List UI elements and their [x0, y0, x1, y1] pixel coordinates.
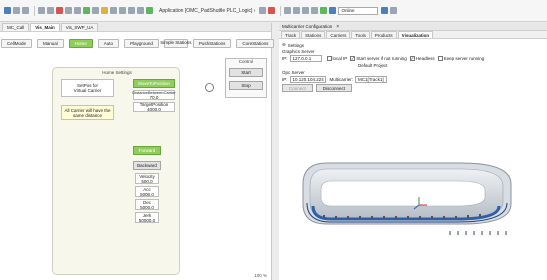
playground-button[interactable]: Playground: [124, 38, 159, 48]
connection-buttons: Connect Disconnect: [282, 84, 355, 92]
graphics-server-label: Graphics Server: [282, 49, 315, 54]
multicarrier-select[interactable]: MC1[Track1]: [355, 76, 388, 83]
expand-icon[interactable]: ⊖: [282, 42, 286, 48]
document-tabs: MC_Call Vis_Main Vis_SWP_UA: [0, 23, 271, 32]
start-server-checkbox[interactable]: ✓: [350, 56, 356, 61]
zoom-level[interactable]: 100 %: [254, 273, 267, 278]
control-panel: Control Start Stop: [225, 58, 267, 98]
cut-icon[interactable]: [56, 7, 63, 14]
simple-stations-button[interactable]: Simple Stations: [160, 38, 191, 48]
jerk-box: Jerk 50000.0: [135, 212, 159, 223]
velocity-box: Velocity 500.0: [135, 173, 159, 184]
comment-icon[interactable]: [137, 7, 144, 14]
settings-icon[interactable]: [259, 7, 267, 14]
distance-box: DistanceBetweenCarrier 70.0: [132, 90, 176, 100]
acc-box: Acc 5000.0: [135, 186, 159, 197]
status-icon[interactable]: [390, 7, 398, 14]
graphics-server-row: IP: 127.0.0.1 local IP ✓ Start server if…: [282, 55, 485, 62]
save-icon[interactable]: [22, 7, 29, 14]
station-markers: [449, 231, 507, 235]
settings-header[interactable]: ⊖ Settings: [282, 42, 304, 48]
control-title: Control: [238, 59, 254, 64]
3d-viewport[interactable]: [279, 93, 547, 280]
tab-vis-swp-ua[interactable]: Vis_SWP_UA: [60, 23, 99, 31]
step-over-icon[interactable]: [293, 7, 301, 14]
tab-mc-call[interactable]: MC_Call: [2, 23, 30, 31]
auto-button[interactable]: Auto: [97, 38, 120, 48]
multicarrier-configuration: Multicarrier Configuration × Track Stati…: [279, 23, 547, 280]
connection-icon[interactable]: [381, 7, 389, 14]
tab-visualization[interactable]: Visualization: [397, 31, 434, 38]
default-project-label[interactable]: Default Project: [358, 63, 388, 68]
app-title[interactable]: Application [OMC_PadShuttle PLC_Logic] ›: [159, 8, 255, 14]
tab-carriers[interactable]: Carriers: [326, 31, 351, 38]
acc-value[interactable]: 5000.0: [140, 192, 154, 197]
open-icon[interactable]: [13, 7, 20, 14]
tab-vis-main[interactable]: Vis_Main: [30, 23, 60, 31]
dec-value[interactable]: 5000.0: [140, 205, 154, 210]
backward-button[interactable]: Backward: [133, 161, 161, 170]
opc-server-row: IP: 10.120.104.224 Multicarrier: MC1[Tra…: [282, 76, 389, 83]
connect-button[interactable]: Connect: [282, 84, 313, 92]
info-note: All Carrier will have the same distance: [61, 105, 114, 120]
undo-icon[interactable]: [38, 7, 45, 14]
outdent-icon[interactable]: [128, 7, 135, 14]
tab-track[interactable]: Track: [281, 31, 301, 38]
keep-running-checkbox[interactable]: [437, 56, 443, 61]
breakpoint-icon[interactable]: [311, 7, 319, 14]
graphics-ip-input[interactable]: 127.0.0.1: [289, 55, 322, 62]
forward-button[interactable]: Forward: [133, 146, 161, 155]
copy-icon[interactable]: [65, 7, 72, 14]
main-toolbar: Application [OMC_PadShuttle PLC_Logic] ›…: [0, 0, 547, 22]
tab-stations[interactable]: Stations: [301, 31, 326, 38]
opc-ip-input[interactable]: 10.120.104.224: [289, 76, 326, 83]
device-icon[interactable]: [146, 7, 153, 14]
online-select[interactable]: Online: [338, 6, 379, 15]
stop-button[interactable]: Stop: [229, 81, 263, 90]
tab-products[interactable]: Products: [370, 31, 397, 38]
step-out-icon[interactable]: [302, 7, 310, 14]
cellmode-button[interactable]: CellMode: [1, 38, 33, 48]
redo-icon[interactable]: [47, 7, 54, 14]
local-ip-checkbox[interactable]: [326, 56, 332, 61]
disconnect-button[interactable]: Disconnect: [315, 84, 353, 92]
multicarrier-tabs: Track Stations Carriers Tools Products V…: [279, 31, 547, 39]
pushstations-button[interactable]: PushStations: [192, 38, 232, 48]
jerk-value[interactable]: 50000.0: [139, 218, 155, 223]
track-model: [302, 162, 512, 225]
login-icon[interactable]: [268, 7, 276, 14]
new-file-icon[interactable]: [4, 7, 11, 14]
mouse-cursor-icon: [205, 83, 214, 92]
replace-icon[interactable]: [110, 7, 117, 14]
headless-checkbox[interactable]: ✓: [409, 56, 415, 61]
opc-server-label: Opc Server: [282, 70, 305, 75]
step-icon[interactable]: [284, 7, 292, 14]
velocity-value[interactable]: 500.0: [141, 179, 152, 184]
corestations-button[interactable]: CoreStations: [236, 38, 275, 48]
indent-icon[interactable]: [119, 7, 126, 14]
distance-value[interactable]: 70.0: [150, 95, 159, 100]
dec-box: Dec 5000.0: [135, 199, 159, 210]
bookmark-icon[interactable]: [101, 7, 108, 14]
target-box: TargetPosition 4000.0: [133, 102, 175, 112]
find-icon[interactable]: [92, 7, 99, 14]
move-to-position-button[interactable]: MoveToPosition: [133, 79, 175, 88]
multicarrier-title: Multicarrier Configuration ×: [279, 23, 547, 31]
monitor-icon[interactable]: [329, 7, 337, 14]
visualization-editor: MC_Call Vis_Main Vis_SWP_UA CellMode Man…: [0, 23, 311, 280]
panel-title: Home Settings: [102, 70, 132, 75]
manual-button[interactable]: Manual: [37, 38, 64, 48]
start-button[interactable]: Start: [229, 68, 263, 77]
home-button[interactable]: Home: [68, 38, 93, 48]
paste-icon[interactable]: [74, 7, 81, 14]
target-value[interactable]: 4000.0: [147, 107, 161, 112]
close-icon[interactable]: ×: [336, 24, 339, 30]
mode-navigation: CellMode Manual Home Auto Playground Sim…: [0, 37, 311, 49]
run-icon[interactable]: [320, 7, 328, 14]
build-icon[interactable]: [83, 7, 90, 14]
set-pos-box: SetPos for Virtual Carrier: [61, 79, 114, 97]
home-settings-panel: Home Settings SetPos for Virtual Carrier…: [52, 67, 180, 275]
tab-tools[interactable]: Tools: [351, 31, 370, 38]
